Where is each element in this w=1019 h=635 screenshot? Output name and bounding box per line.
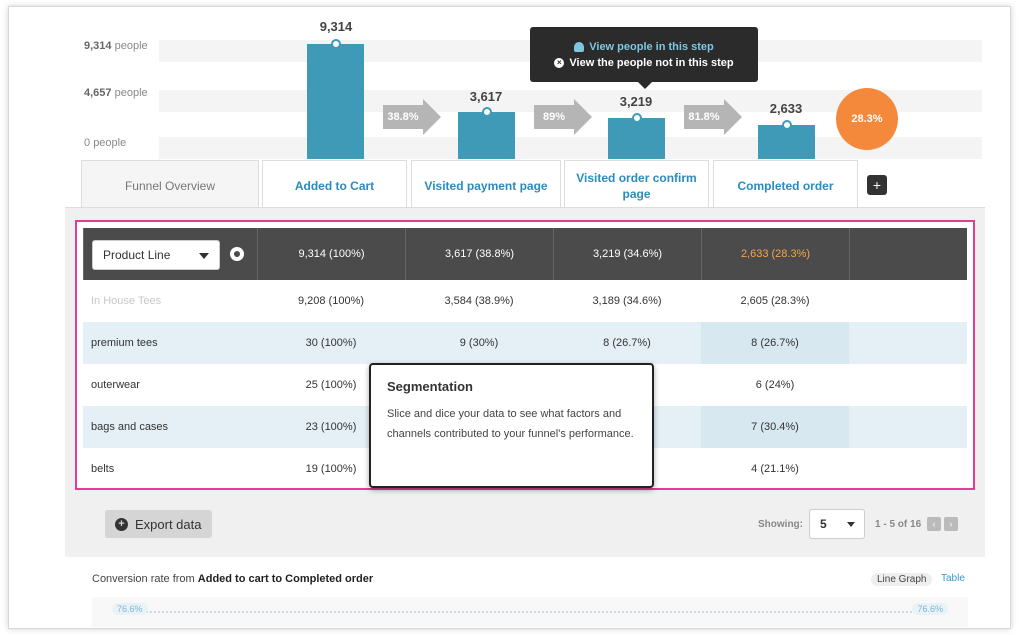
overall-conversion-badge: 28.3% [839, 91, 895, 147]
bar-value-order-confirm: 3,219 [619, 94, 653, 109]
conversion-arrow-label: 38.8% [383, 105, 423, 129]
add-step-button[interactable]: + [867, 175, 887, 195]
header-cell-completed: 2,633 (28.3%) [701, 228, 849, 280]
row-cell: 7 (30.4%) [701, 406, 849, 448]
segment-select[interactable]: Product Line [92, 240, 220, 270]
bar-visited-payment[interactable] [458, 107, 515, 159]
conversion-title-strong: Added to cart to Completed order [197, 573, 374, 585]
view-not-in-label: View the people not in this step [569, 57, 734, 69]
row-cell: 2,605 (28.3%) [740, 295, 810, 307]
row-cell: 6 (24%) [755, 379, 795, 391]
step-tooltip: View people in this step × View the peop… [530, 27, 758, 89]
table-row[interactable]: premium tees 30 (100%) 9 (30%) 8 (26.7%)… [83, 322, 967, 364]
conversion-arrow-2: 89% [534, 99, 592, 135]
conversion-line-graph: 76.6% 76.6% [92, 597, 968, 627]
arrow-head [724, 99, 742, 135]
view-people-in-step-link[interactable]: View people in this step [530, 39, 758, 55]
conversion-arrow-1: 38.8% [383, 99, 441, 135]
view-people-not-in-step-link[interactable]: × View the people not in this step [530, 55, 758, 71]
row-cell: 9,208 (100%) [297, 295, 365, 307]
bar-value-payment: 3,617 [469, 89, 503, 104]
next-page-button[interactable]: › [944, 517, 958, 531]
page-size-value: 5 [820, 517, 827, 531]
row-name: outerwear [91, 379, 140, 391]
chevron-down-icon [847, 522, 855, 527]
conversion-arrow-3: 81.8% [684, 99, 742, 135]
bar-value-added-to-cart: 9,314 [319, 19, 353, 34]
row-cell: 9 (30%) [459, 337, 499, 349]
app-frame: 9,314 people 4,657 people 0 people 9,314… [8, 6, 1011, 629]
y-axis-label-min: 0 people [84, 137, 127, 149]
header-cell: 3,617 (38.8%) [405, 228, 553, 280]
y-axis-label-mid: 4,657 people [84, 87, 148, 99]
header-cell: 9,314 (100%) [257, 228, 405, 280]
arrow-head [574, 99, 592, 135]
row-cell: 3,189 (34.6%) [592, 295, 662, 307]
conversion-value-end: 76.6% [912, 603, 948, 615]
tab-completed-order[interactable]: Completed order [713, 160, 858, 210]
plus-circle-icon: + [115, 517, 128, 531]
segmentation-tooltip-title: Segmentation [387, 379, 473, 394]
row-name: bags and cases [91, 421, 169, 433]
header-cell-empty [849, 228, 967, 280]
row-cell: 8 (26.7%) [603, 337, 651, 349]
chevron-down-icon [199, 253, 209, 259]
row-cell: 4 (21.1%) [751, 463, 799, 475]
close-circle-icon: × [554, 58, 565, 68]
bar-added-to-cart[interactable] [307, 39, 364, 159]
table-row[interactable]: In House Tees 9,208 (100%) 3,584 (38.9%)… [83, 280, 967, 322]
bar-visited-order-confirm[interactable] [608, 113, 665, 159]
row-cell: 30 (100%) [305, 337, 357, 349]
row-cell: 8 (26.7%) [701, 322, 849, 364]
conversion-title: Conversion rate from Added to cart to Co… [92, 573, 373, 585]
export-data-button[interactable]: + Export data [105, 510, 212, 538]
segmentation-tooltip-body: Slice and dice your data to see what fac… [387, 408, 634, 440]
bar-handle[interactable] [330, 39, 341, 49]
bar-value-completed: 2,633 [769, 101, 803, 116]
export-data-label: Export data [135, 516, 202, 532]
conversion-arrow-label: 81.8% [684, 105, 724, 129]
toggle-table[interactable]: Table [941, 573, 965, 584]
segment-select-value: Product Line [103, 248, 171, 262]
toggle-line-graph[interactable]: Line Graph [871, 573, 933, 586]
trend-line [142, 611, 928, 613]
y-axis-label-max: 9,314 people [84, 40, 148, 52]
prev-page-button[interactable]: ‹ [927, 517, 941, 531]
bar-handle[interactable] [631, 113, 642, 123]
bar-handle[interactable] [781, 120, 792, 130]
header-cell: 3,219 (34.6%) [553, 228, 701, 280]
tab-added-to-cart[interactable]: Added to Cart [262, 160, 407, 210]
pagination-info: 1 - 5 of 16 [875, 519, 922, 530]
row-name: belts [91, 463, 115, 475]
arrow-head [423, 99, 441, 135]
row-cell: 3,584 (38.9%) [444, 295, 514, 307]
row-name: In House Tees [91, 295, 162, 307]
tab-visited-payment[interactable]: Visited payment page [411, 160, 561, 210]
funnel-chart: 9,314 people 4,657 people 0 people 9,314… [9, 7, 1010, 159]
tab-funnel-overview[interactable]: Funnel Overview [81, 160, 259, 210]
person-icon [574, 42, 585, 52]
bar-handle[interactable] [481, 107, 492, 117]
page-size-select[interactable]: 5 [809, 509, 865, 539]
tab-visited-order-confirm[interactable]: Visited order confirm page [564, 160, 709, 210]
table-header-row: Product Line 9,314 (100%) 3,617 (38.8%) … [83, 228, 967, 280]
conversion-title-prefix: Conversion rate from [92, 573, 195, 585]
segment-controls: Product Line [83, 228, 257, 280]
bar-completed-order[interactable] [758, 120, 815, 159]
view-in-label: View people in this step [589, 41, 714, 53]
row-name: premium tees [91, 337, 158, 349]
gear-icon[interactable] [230, 247, 244, 261]
segmentation-tooltip: Segmentation Slice and dice your data to… [369, 363, 654, 488]
conversion-arrow-label: 89% [534, 105, 574, 129]
conversion-value-start: 76.6% [112, 603, 148, 615]
showing-label: Showing: [758, 519, 803, 530]
